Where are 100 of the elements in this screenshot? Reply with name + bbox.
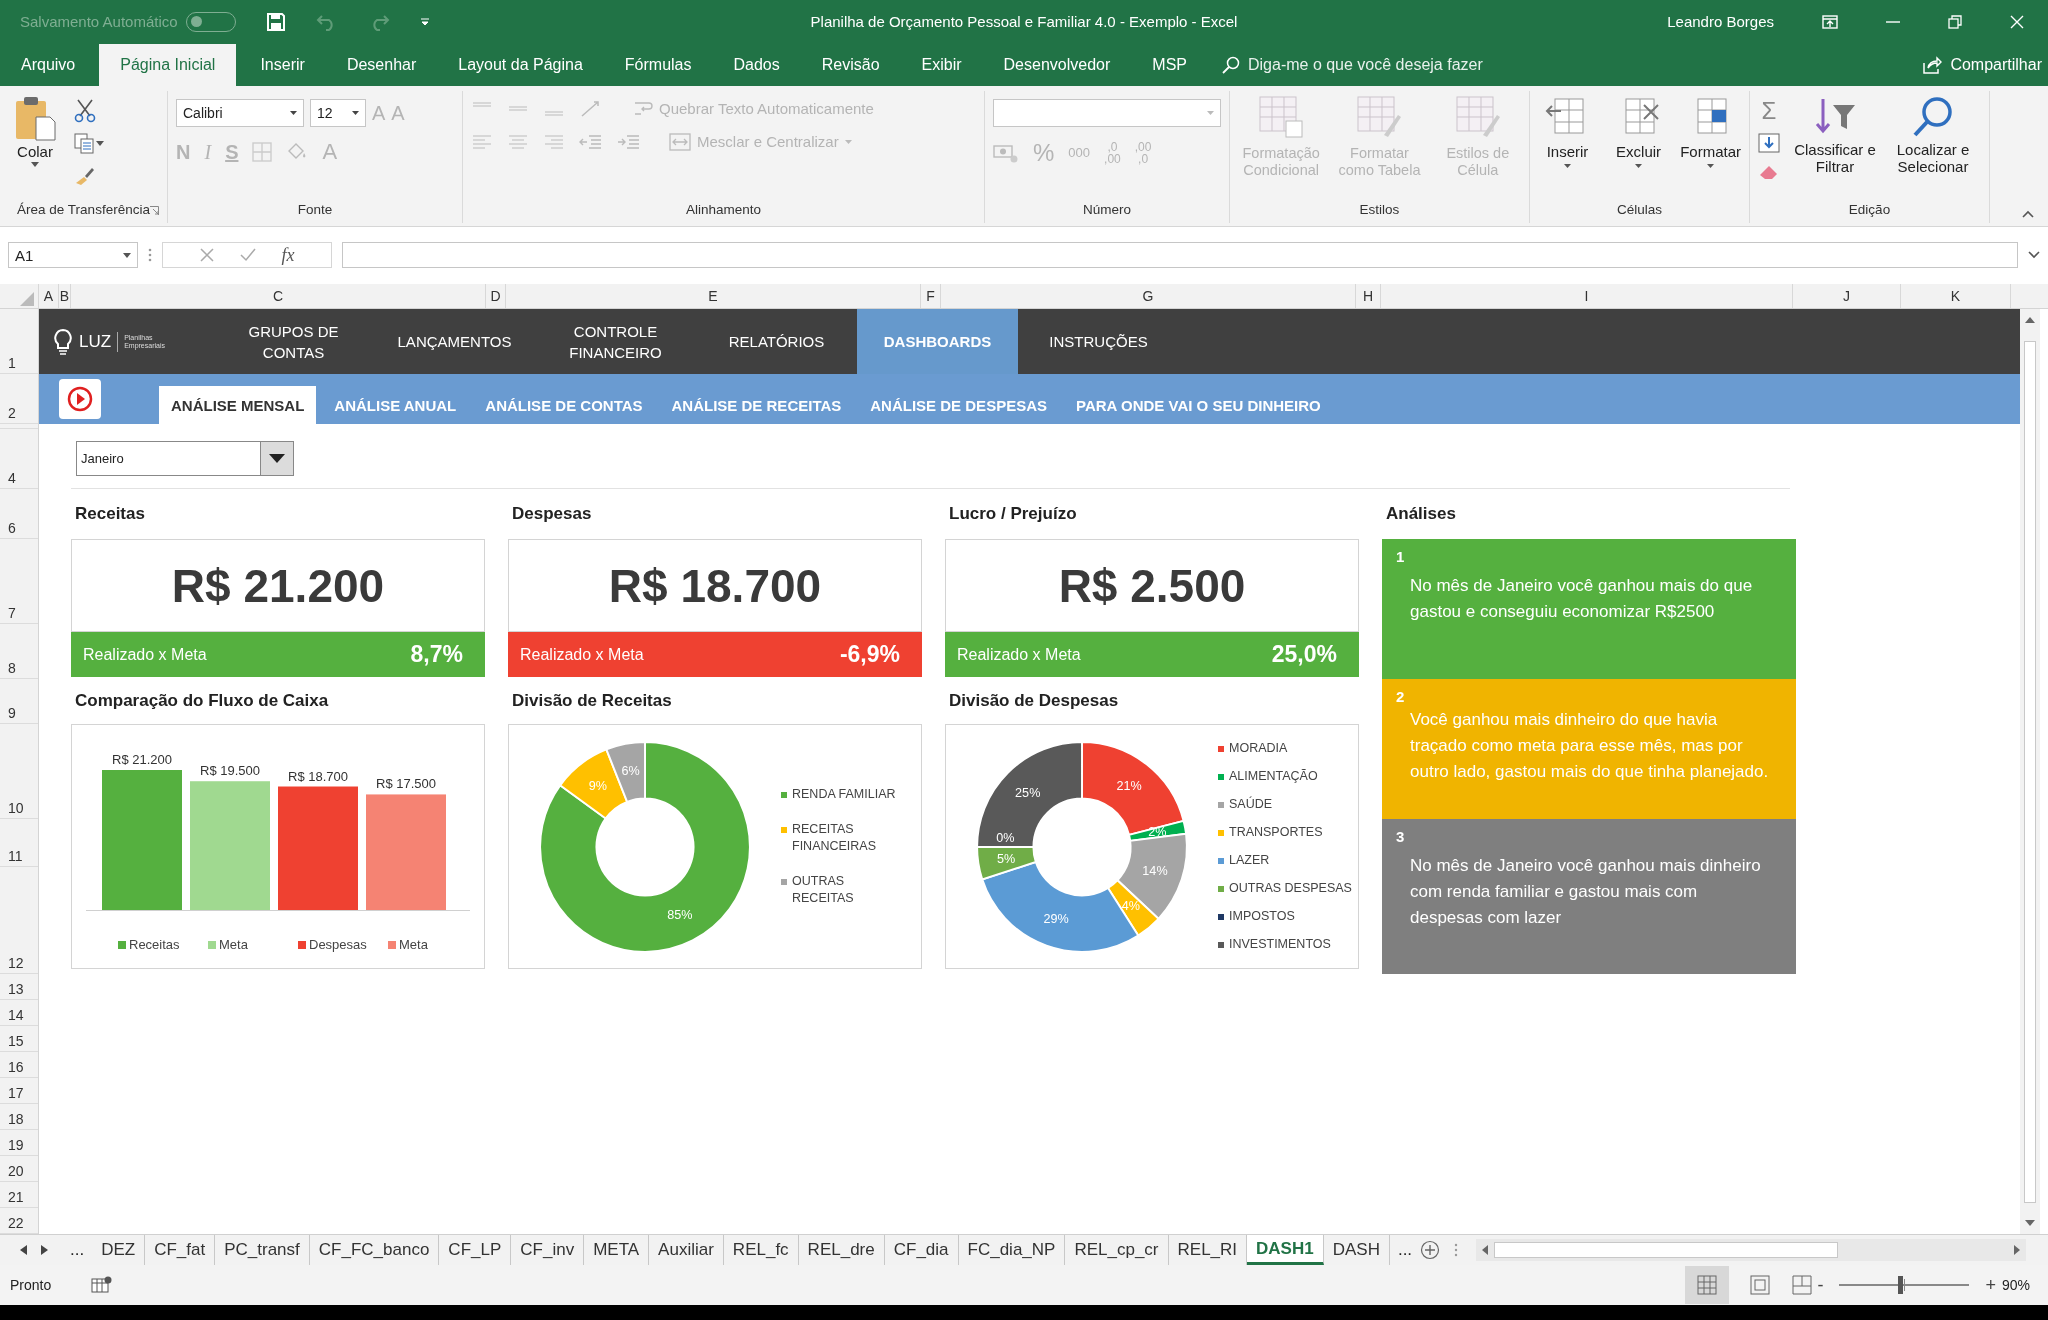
row-header[interactable]: 21 xyxy=(8,1189,24,1206)
page-break-icon[interactable] xyxy=(1791,1275,1814,1296)
nav-tab[interactable]: CONTROLE FINANCEIRO xyxy=(535,309,696,375)
row-header[interactable]: 8 xyxy=(8,660,16,677)
row-header[interactable]: 9 xyxy=(8,705,16,722)
more-sheets-button[interactable]: ... xyxy=(62,1240,93,1261)
ribbon-tab[interactable]: Layout da Página xyxy=(437,43,604,86)
zoom-out-button[interactable]: - xyxy=(1817,1274,1824,1296)
column-header[interactable]: C xyxy=(70,284,485,309)
caret-icon[interactable] xyxy=(96,141,104,147)
cells-button[interactable]: Inserir xyxy=(1538,94,1598,168)
row-header[interactable]: 22 xyxy=(8,1215,24,1232)
column-header[interactable]: H xyxy=(1355,284,1380,309)
scissors-icon[interactable] xyxy=(74,98,96,123)
row-header[interactable]: 2 xyxy=(8,405,16,422)
nav-tab[interactable]: RELATÓRIOS xyxy=(696,309,857,375)
scroll-left-icon[interactable] xyxy=(1482,1245,1489,1256)
name-box[interactable]: A1 xyxy=(8,242,138,269)
zoom-level[interactable]: 90% xyxy=(2001,1277,2030,1294)
ribbon-tab[interactable]: Inserir xyxy=(239,43,326,86)
collapse-ribbon-icon[interactable] xyxy=(2022,210,2034,219)
ribbon-display-icon[interactable] xyxy=(1822,14,1838,29)
row-header[interactable]: 1 xyxy=(8,355,16,372)
column-header[interactable]: J xyxy=(1792,284,1900,309)
editing-button[interactable]: Localizar e Selecionar xyxy=(1890,94,1976,175)
zoom-thumb[interactable] xyxy=(1897,1276,1903,1295)
row-header[interactable]: 13 xyxy=(8,981,24,998)
insert-function-button[interactable]: fx xyxy=(281,244,295,266)
previous-sheet-icon[interactable] xyxy=(20,1245,27,1256)
row-header[interactable]: 14 xyxy=(8,1007,24,1024)
scroll-down-icon[interactable] xyxy=(2025,1220,2035,1227)
check-icon[interactable] xyxy=(239,248,256,263)
save-icon[interactable] xyxy=(265,11,286,32)
column-header[interactable]: A xyxy=(38,284,58,309)
row-header[interactable]: 11 xyxy=(8,848,23,865)
scroll-up-icon[interactable] xyxy=(2025,317,2035,324)
close-icon[interactable] xyxy=(2010,14,2024,29)
column-header[interactable]: D xyxy=(485,284,505,309)
row-header[interactable]: 18 xyxy=(8,1111,24,1128)
row-header[interactable]: 6 xyxy=(8,520,16,537)
row-header[interactable]: 7 xyxy=(8,605,16,622)
row-header[interactable]: 15 xyxy=(8,1033,24,1050)
normal-view-icon[interactable] xyxy=(1685,1266,1730,1305)
column-header[interactable]: G xyxy=(940,284,1355,309)
column-header[interactable]: K xyxy=(1900,284,2010,309)
macro-record-icon[interactable] xyxy=(91,1276,114,1295)
ribbon-tab[interactable]: Exibir xyxy=(900,43,983,86)
column-header[interactable]: E xyxy=(505,284,920,309)
ribbon-tab[interactable]: Desenhar xyxy=(325,43,438,86)
number-format-field[interactable] xyxy=(993,98,1221,127)
ribbon-tab[interactable]: Dados xyxy=(712,43,801,86)
row-header[interactable]: 17 xyxy=(8,1085,24,1102)
search-icon[interactable] xyxy=(1221,55,1240,74)
zoom-in-button[interactable]: + xyxy=(1985,1274,1996,1296)
ribbon-tab[interactable]: Página Inicial xyxy=(99,43,237,86)
formula-input[interactable] xyxy=(342,242,2018,269)
cancel-icon[interactable] xyxy=(199,248,214,263)
ribbon-tab[interactable]: Fórmulas xyxy=(603,43,713,86)
customize-caret-icon[interactable] xyxy=(419,17,430,26)
sheet-tab[interactable]: DASH1 xyxy=(1247,1235,1324,1266)
copy-icon[interactable] xyxy=(74,132,96,155)
fill-down-icon[interactable] xyxy=(1758,132,1780,153)
video-button[interactable] xyxy=(59,379,101,420)
ribbon-tab[interactable]: Desenvolvedor xyxy=(982,43,1132,86)
next-sheet-icon[interactable] xyxy=(41,1245,48,1256)
dialog-launcher-icon[interactable] xyxy=(150,205,159,215)
restore-icon[interactable] xyxy=(1948,14,1962,29)
cells-button[interactable]: Formatar xyxy=(1680,94,1741,168)
more-sheets-button[interactable]: ... xyxy=(1389,1240,1421,1261)
row-header[interactable]: 10 xyxy=(8,800,24,817)
subnav-tab[interactable]: ANÁLISE MENSAL xyxy=(159,386,317,425)
font-name-field[interactable]: Calibri xyxy=(176,98,304,127)
row-header[interactable]: 20 xyxy=(8,1163,24,1180)
row-header[interactable]: 12 xyxy=(8,955,24,972)
minimize-icon[interactable] xyxy=(1886,20,1900,23)
page-layout-icon[interactable] xyxy=(1749,1275,1772,1296)
banknote-icon[interactable] xyxy=(993,142,1019,163)
scroll-right-icon[interactable] xyxy=(2014,1245,2021,1256)
month-select[interactable]: Janeiro xyxy=(76,441,294,477)
ribbon-tab[interactable]: Arquivo xyxy=(0,43,97,86)
row-header[interactable]: 16 xyxy=(8,1059,24,1076)
user-name[interactable]: Leandro Borges xyxy=(1667,13,1774,31)
nav-tab[interactable]: GRUPOS DE CONTAS xyxy=(213,309,374,375)
font-size-field[interactable]: 12 xyxy=(310,98,366,127)
ribbon-tab[interactable]: Revisão xyxy=(800,43,901,86)
column-header[interactable]: I xyxy=(1380,284,1792,309)
expand-icon[interactable] xyxy=(2028,251,2040,260)
add-sheet-icon[interactable] xyxy=(1420,1240,1441,1261)
horizontal-scrollbar[interactable] xyxy=(1476,1239,2027,1262)
cells-button[interactable]: Excluir xyxy=(1609,94,1669,168)
editing-button[interactable]: Classificar e Filtrar xyxy=(1792,94,1878,175)
nav-tab[interactable]: LANÇAMENTOS xyxy=(374,309,535,375)
row-header[interactable]: 4 xyxy=(8,470,16,487)
tell-me-field[interactable]: Diga-me o que você deseja fazer xyxy=(1245,54,1510,75)
row-header[interactable]: 19 xyxy=(8,1137,24,1154)
paste-button[interactable]: Colar xyxy=(8,94,62,167)
column-header[interactable]: F xyxy=(920,284,940,309)
ribbon-tab[interactable]: MSP xyxy=(1131,43,1208,86)
scrollbar-thumb[interactable] xyxy=(2024,340,2036,1203)
column-header[interactable]: B xyxy=(58,284,70,309)
